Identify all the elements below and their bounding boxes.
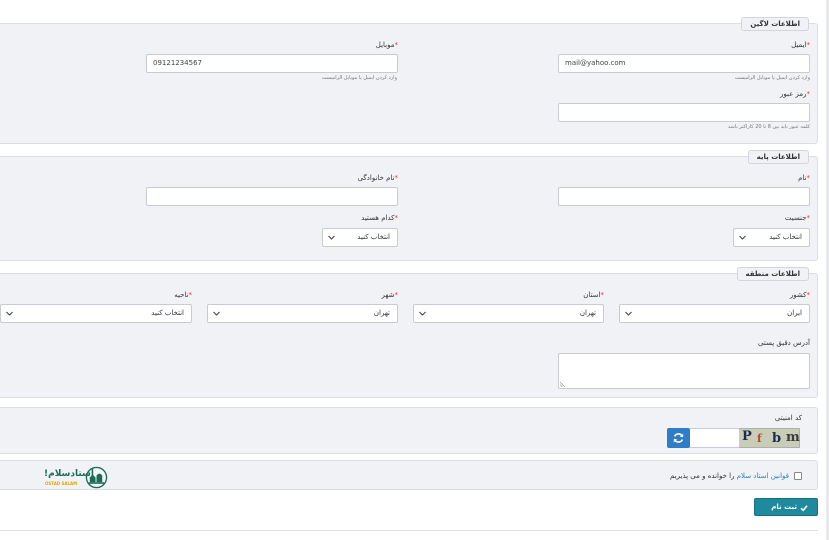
country-value: ایران xyxy=(787,309,802,317)
password-hint: کلمه عبور باید بین 8 تا 20 کاراکتر باشد xyxy=(727,124,810,130)
mobile-hint: وارد کردن ایمیل یا موبایل الزامیست xyxy=(321,75,397,81)
refresh-captcha-button[interactable] xyxy=(667,428,690,448)
basic-info-title: اطلاعات پایه xyxy=(747,150,809,164)
submit-label: ثبت نام xyxy=(771,503,797,511)
brand-latin: OSTAD SALAM xyxy=(45,481,78,486)
captcha-input[interactable] xyxy=(689,428,740,448)
submit-button[interactable]: ثبت نام xyxy=(754,498,818,516)
captcha-image: P f b m xyxy=(739,428,800,448)
province-label: *استان xyxy=(583,291,604,299)
chevron-down-icon xyxy=(625,311,632,316)
chevron-down-icon xyxy=(739,235,746,240)
brand-name: استادسلام! xyxy=(44,469,94,479)
email-field[interactable]: mail@yahoo.com xyxy=(558,54,810,73)
email-hint: وارد کردن ایمیل یا موبایل الزامیست xyxy=(734,75,810,81)
last-name-field[interactable] xyxy=(146,187,398,206)
first-name-label: *نام xyxy=(798,174,810,182)
address-label: آدرس دقیق پستی xyxy=(758,339,810,347)
mobile-field[interactable]: 09121234567 xyxy=(146,54,398,73)
terms-text: قوانین استاد سلام را خوانده و می پذیریم xyxy=(670,472,789,480)
login-info-title: اطلاعات لاگین xyxy=(741,17,809,31)
refresh-icon xyxy=(673,433,684,443)
which-label: *کدام هستید xyxy=(361,214,398,222)
password-label: *رمز عبور xyxy=(779,90,810,98)
password-field[interactable] xyxy=(558,103,810,122)
email-label: *ایمیل xyxy=(791,41,810,49)
terms-suffix: را خوانده و می پذیریم xyxy=(670,472,735,480)
address-textarea[interactable] xyxy=(558,353,810,389)
chevron-down-icon xyxy=(419,311,426,316)
chevron-down-icon xyxy=(328,235,335,240)
captcha-char: b xyxy=(772,431,782,446)
page-bottom-rule xyxy=(0,530,818,531)
country-label: *کشور xyxy=(789,291,810,299)
captcha-char: f xyxy=(757,432,762,445)
captcha-char: m xyxy=(786,430,800,445)
chevron-down-icon xyxy=(213,311,220,316)
gender-select[interactable]: انتخاب کنید xyxy=(733,228,810,247)
brand-logo: استادسلام! OSTAD SALAM xyxy=(44,466,108,490)
province-value: تهران xyxy=(579,309,596,317)
gender-label: *جنسیت xyxy=(784,214,810,222)
terms-checkbox[interactable] xyxy=(794,472,802,480)
district-select[interactable]: انتخاب کنید xyxy=(0,304,192,323)
mobile-label: *موبایل xyxy=(375,41,398,49)
country-select[interactable]: ایران xyxy=(619,304,810,323)
basic-info-panel: اطلاعات پایه xyxy=(0,150,818,261)
district-value: انتخاب کنید xyxy=(151,309,184,317)
region-info-title: اطلاعات منطقه xyxy=(736,267,809,281)
check-icon xyxy=(800,505,808,512)
city-value: تهران xyxy=(373,309,390,317)
terms-link[interactable]: قوانین استاد سلام xyxy=(737,472,789,480)
security-code-label: کد امنیتی xyxy=(774,414,802,422)
last-name-label: *نام خانوادگی xyxy=(357,174,398,182)
resize-grip-icon[interactable] xyxy=(560,381,566,387)
city-select[interactable]: تهران xyxy=(207,304,398,323)
district-label: *ناحیه xyxy=(174,291,192,299)
which-value: انتخاب کنید xyxy=(357,233,390,241)
province-select[interactable]: تهران xyxy=(413,304,604,323)
gender-value: انتخاب کنید xyxy=(769,233,802,241)
login-info-panel: اطلاعات لاگین xyxy=(0,17,818,144)
first-name-field[interactable] xyxy=(558,187,810,206)
chevron-down-icon xyxy=(6,311,13,316)
captcha-char: P xyxy=(742,429,752,444)
city-label: *شهر xyxy=(381,291,398,299)
which-select[interactable]: انتخاب کنید xyxy=(322,228,398,247)
